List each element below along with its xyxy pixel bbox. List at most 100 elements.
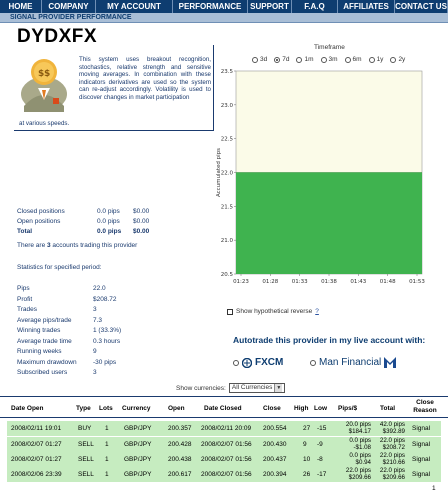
cell-open: 200.428	[168, 441, 192, 448]
currency-filter: Show currencies: All Currencies ▼	[176, 383, 286, 393]
nav-home[interactable]: HOME	[0, 0, 42, 13]
timeframe-radio[interactable]	[344, 56, 351, 63]
provider-description-end: at various speeds.	[19, 120, 70, 127]
cell-open: 200.438	[168, 456, 192, 463]
col-date-open: Date Open	[11, 405, 44, 412]
hypothetical-help-link[interactable]: ?	[315, 308, 319, 315]
nav-affiliates[interactable]: AFFILIATES	[338, 0, 395, 13]
timeframe-option-3d[interactable]: 3d	[252, 56, 267, 63]
timeframe-selector: 3d 7d 1m 3m 6m 1y 2y	[252, 56, 405, 63]
cell-open: 200.617	[168, 471, 192, 478]
cell-open: 200.357	[168, 425, 192, 432]
nav-contact-us[interactable]: CONTACT US	[395, 0, 448, 13]
series-area	[236, 172, 422, 274]
timeframe-radio[interactable]	[320, 56, 327, 63]
hypothetical-reverse: Show hypothetical reverse?	[227, 308, 319, 315]
cell-pips-usd: -$1.08	[353, 444, 371, 451]
cell-total-usd: $209.66	[382, 474, 405, 481]
timeframe-radio[interactable]	[390, 56, 397, 63]
col-total: Total	[380, 405, 396, 412]
timeframe-radio[interactable]	[296, 56, 303, 63]
total-usd: $0.00	[133, 228, 150, 235]
y-tick-label: 22.5	[221, 137, 234, 143]
positions-summary: Closed positions 0.0 pips $0.00 Open pos…	[17, 208, 157, 238]
cell-lots: 1	[105, 471, 109, 478]
cell-date-open: 2008/02/07 01:27	[11, 441, 62, 448]
svg-text:$: $	[44, 69, 50, 79]
timeframe-option-6m[interactable]: 6m	[344, 56, 362, 63]
stats-list: Pips 22.0 Profit $208.72 Trades 3 Average p…	[17, 285, 157, 380]
col-currency: Currency	[122, 405, 151, 412]
cell-type: SELL	[78, 456, 94, 463]
currency-select[interactable]: All Currencies ▼	[228, 383, 286, 393]
y-tick-label: 20.5	[221, 272, 234, 278]
stat-value: 3	[93, 369, 97, 376]
cell-total-pips: 22.0 pips	[379, 437, 405, 444]
cell-pips-usd: $0.94	[355, 459, 371, 466]
x-tick-label: 01:33	[292, 279, 308, 285]
accounts-trading: There are 3 accounts trading this provid…	[17, 242, 137, 249]
cell-low: -15	[317, 425, 327, 432]
cell-high: 9	[303, 441, 307, 448]
timeframe-radio[interactable]	[252, 56, 258, 63]
currency-select-value: All Currencies	[231, 384, 273, 391]
timeframe-option-3m[interactable]: 3m	[320, 56, 338, 63]
cell-type: SELL	[78, 441, 94, 448]
cell-currency: GBP/JPY	[124, 425, 152, 432]
timeframe-option-2y[interactable]: 2y	[390, 56, 405, 63]
broker-fxcm-option[interactable]: FXCM	[233, 357, 283, 368]
timeframe-option-7d[interactable]: 7d	[274, 56, 289, 63]
cell-lots: 1	[105, 425, 109, 432]
nav-company[interactable]: COMPANY	[42, 0, 96, 13]
cell-close-reason: Signal	[412, 471, 431, 478]
cell-date-closed: 2008/02/11 20:09	[201, 425, 252, 432]
broker-fxcm-radio[interactable]	[233, 359, 239, 366]
nav-my-account[interactable]: MY ACCOUNT	[96, 0, 173, 13]
cell-close: 200.554	[263, 425, 287, 432]
cell-total: 42.0 pips $392.89	[371, 421, 405, 435]
y-tick-label: 23.5	[221, 69, 234, 75]
stat-value: 1 (33.3%)	[93, 327, 122, 334]
cell-high: 10	[303, 456, 311, 463]
stat-value: 7.3	[93, 316, 103, 324]
divider	[213, 45, 214, 131]
broker-man-radio[interactable]	[310, 359, 316, 366]
timeframe-option-1m[interactable]: 1m	[296, 56, 314, 63]
stat-value: 22.0	[93, 285, 106, 292]
open-positions-pips: 0.0 pips	[97, 218, 120, 225]
hypothetical-reverse-checkbox[interactable]	[227, 308, 233, 315]
timeframe-option-label: 3m	[328, 56, 338, 63]
accounts-text-pre: There are	[17, 242, 47, 249]
cell-total-pips: 42.0 pips	[379, 421, 405, 428]
cell-date-closed: 2008/02/07 01:56	[201, 441, 252, 448]
timeframe-radio[interactable]	[274, 56, 281, 63]
nav-support[interactable]: SUPPORT	[248, 0, 292, 13]
timeframe-option-label: 6m	[352, 56, 362, 63]
nav-faq[interactable]: F.A.Q	[292, 0, 338, 13]
timeframe-option-label: 1y	[376, 56, 384, 63]
x-tick-label: 01:23	[233, 279, 249, 285]
table-row: 2008/02/07 01:27 SELL 1 GBP/JPY 200.428 2008/…	[7, 437, 441, 452]
timeframe-radio[interactable]	[368, 56, 375, 63]
timeframe-option-1y[interactable]: 1y	[368, 56, 384, 63]
cell-date-open: 2008/02/11 19:01	[11, 425, 62, 432]
broker-man-option[interactable]: Man Financial	[310, 357, 397, 368]
cell-close-reason: Signal	[412, 425, 431, 432]
total-label: Total	[17, 228, 33, 235]
col-type: Type	[76, 405, 91, 412]
stat-label: Subscribed users	[17, 369, 68, 376]
cell-currency: GBP/JPY	[124, 456, 152, 463]
table-row: 2008/02/11 19:01 BUY 1 GBP/JPY 200.357 2008/0…	[7, 421, 441, 436]
stat-label: Running weeks	[17, 348, 62, 355]
nav-performance[interactable]: PERFORMANCE	[173, 0, 248, 13]
open-positions-label: Open positions	[17, 218, 61, 225]
cell-lots: 1	[105, 456, 109, 463]
y-tick-label: 23.0	[221, 103, 234, 109]
cell-date-closed: 2008/02/07 01:56	[201, 456, 252, 463]
broker-man-name: Man Financial	[319, 357, 382, 368]
total-pips: 0.0 pips	[97, 228, 122, 235]
cell-low: -17	[317, 471, 327, 478]
broker-fxcm-name: FXCM	[255, 357, 284, 368]
cell-pips-usd: $209.66	[348, 474, 371, 481]
provider-description: This system uses breakout recognition, s…	[79, 56, 211, 101]
